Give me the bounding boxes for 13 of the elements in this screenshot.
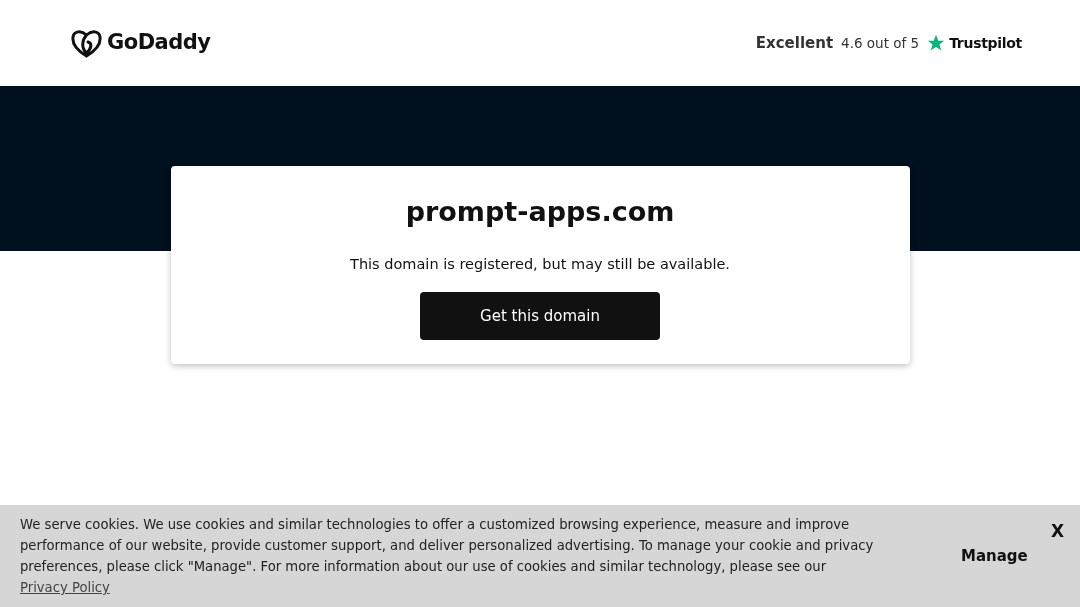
star-icon [927, 34, 946, 52]
cookie-text: We serve cookies. We use cookies and similar technologies to offer a customized browsing experience, measure and improve performance of our website, provide customer support, and deliver personalized advertising. To manage your cookie and privacy preferences, please click "Manage". For more information about our use of cookies and similar technology, please see our Privacy Policy [20, 516, 875, 597]
rating-label: Excellent [755, 32, 834, 54]
privacy-policy-link[interactable]: Privacy Policy [20, 580, 110, 595]
get-domain-button[interactable]: Get this domain [420, 292, 660, 341]
trustpilot-text[interactable]: Trustpilot [949, 32, 1022, 54]
logo-icon [70, 28, 103, 58]
logo-text[interactable]: GoDaddy [107, 27, 211, 59]
close-button[interactable]: X [1050, 519, 1064, 545]
domain-message: This domain is registered, but may still be available. [349, 255, 731, 275]
rating-text: 4.6 out of 5 [841, 33, 920, 53]
manage-button[interactable]: Manage [955, 543, 1034, 569]
domain-name: prompt-apps.com [404, 196, 676, 229]
